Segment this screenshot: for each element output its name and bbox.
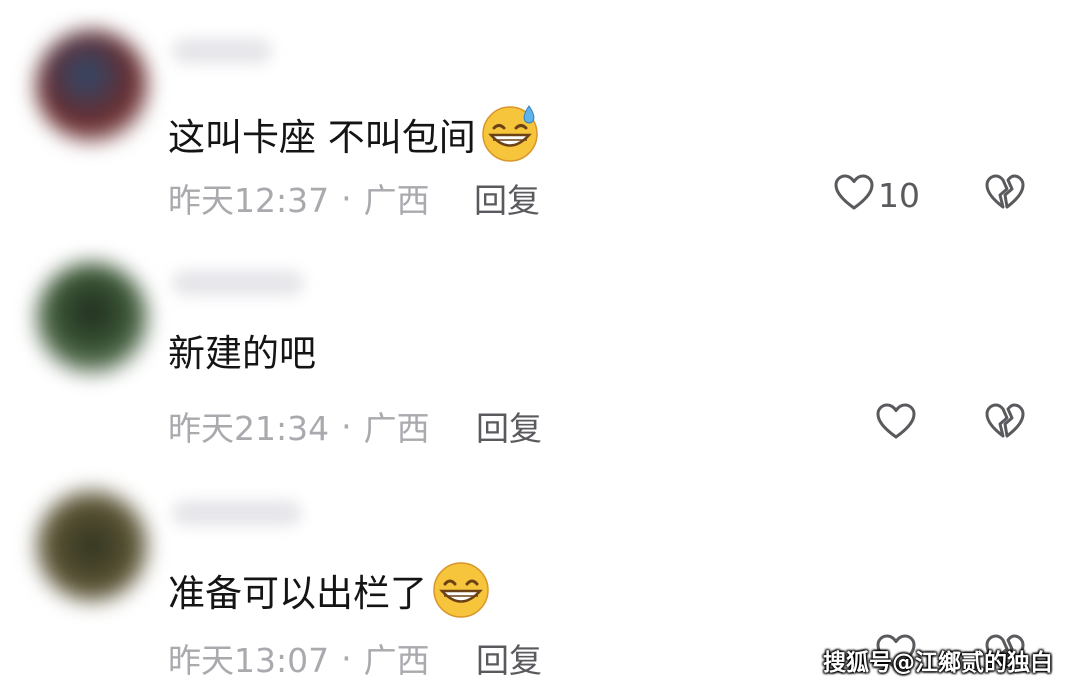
username-blurred[interactable] [172,270,304,296]
heart-outline-icon [876,403,916,445]
comment-location: 广西 [363,181,430,220]
avatar[interactable] [36,262,148,374]
avatar[interactable] [36,490,148,602]
like-button[interactable]: 10 [834,174,920,216]
broken-heart-icon [985,174,1025,216]
comment-meta: 昨天12:37 · 广西 [168,174,430,222]
dislike-button[interactable] [985,174,1025,216]
meta-separator: · [341,406,352,446]
comment-text-row: 这叫卡座 不叫包间 [168,104,540,172]
beaming-grin-emoji [431,560,491,628]
avatar[interactable] [36,30,148,142]
username-blurred[interactable] [172,500,302,526]
meta-separator: · [341,178,352,218]
like-button[interactable] [876,403,916,445]
comment-time: 昨天21:34 [168,409,330,448]
dislike-button[interactable] [985,403,1025,445]
username-blurred[interactable] [172,38,272,64]
comment-time: 昨天12:37 [168,181,330,220]
reply-button[interactable]: 回复 [476,634,542,682]
comment-time: 昨天13:07 [168,641,330,680]
comment-text-row: 准备可以出栏了 [168,560,491,628]
comment-location: 广西 [363,641,430,680]
comment-location: 广西 [363,409,430,448]
heart-outline-icon [834,174,874,216]
comment-text: 新建的吧 [168,332,316,375]
comment-meta: 昨天21:34 · 广西 [168,402,430,450]
comment-text-row: 新建的吧 [168,332,316,376]
reply-button[interactable]: 回复 [474,174,540,222]
grinning-sweat-emoji [480,104,540,172]
comment-meta: 昨天13:07 · 广西 [168,634,430,682]
broken-heart-icon [985,403,1025,445]
comment-text: 这叫卡座 不叫包间 [168,116,476,159]
source-watermark: 搜狐号@江鄉贰的独白 [823,650,1053,676]
like-count: 10 [878,175,920,215]
meta-separator: · [341,638,352,678]
reply-button[interactable]: 回复 [476,402,542,450]
comment-text: 准备可以出栏了 [168,572,427,615]
